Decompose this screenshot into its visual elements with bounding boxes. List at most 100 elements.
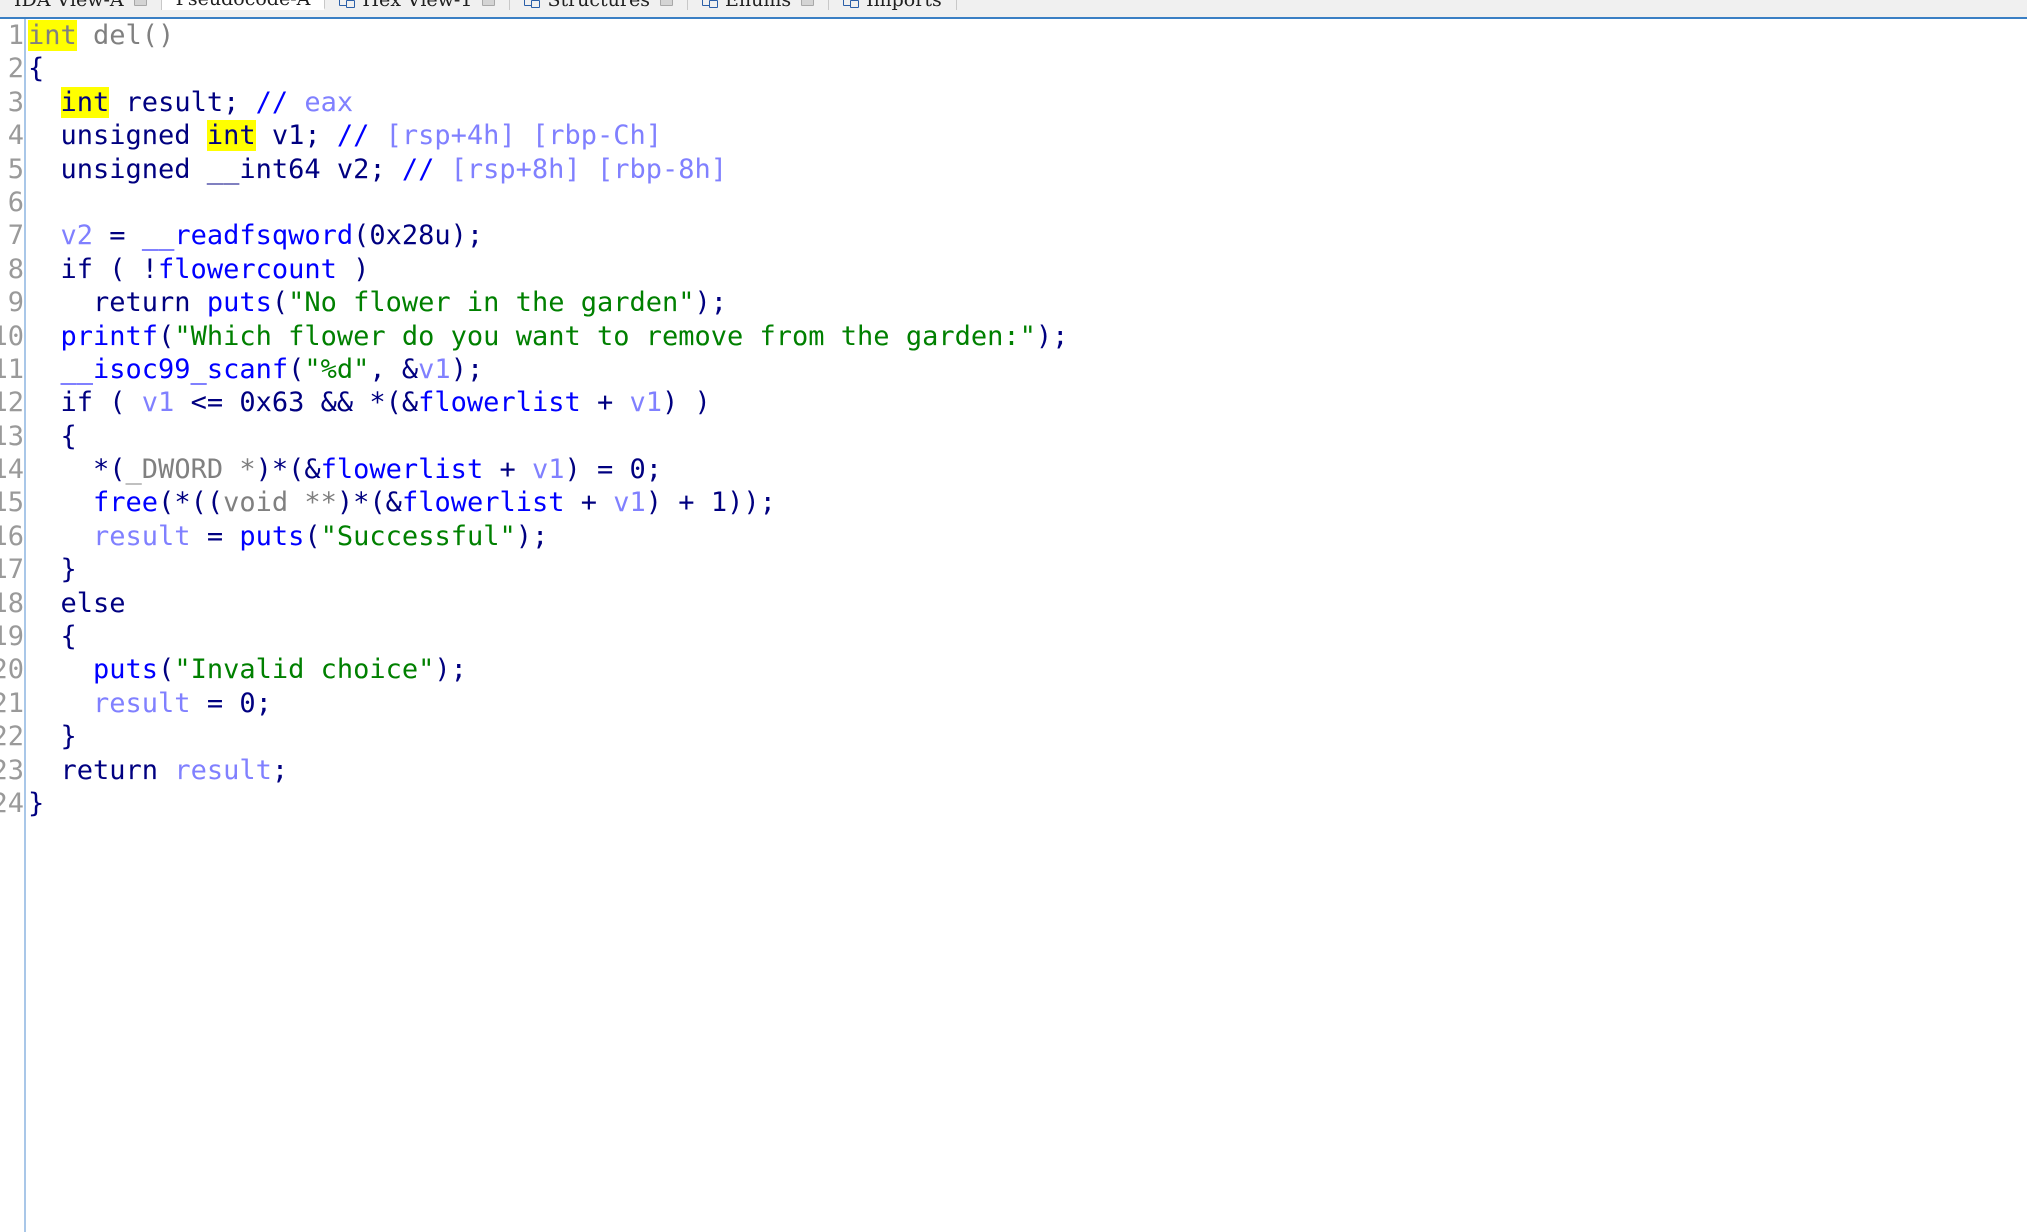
code-text: if ( v1 <= 0x63 && *(&flowerlist + v1) ) <box>24 386 2027 419</box>
code-token: void <box>223 487 289 519</box>
tab-structures[interactable]: Structures <box>510 0 688 10</box>
line-number: 10 <box>0 320 24 352</box>
tab-close-icon[interactable] <box>660 0 673 6</box>
tab-label: Pseudocode-A <box>176 0 311 9</box>
code-token: { <box>28 621 77 653</box>
code-text: return puts("No flower in the garden"); <box>24 286 2027 319</box>
code-token: __isoc99_scanf <box>60 353 289 385</box>
code-token: __readfsqword <box>141 220 354 252</box>
code-line[interactable]: 2{ <box>0 52 2027 85</box>
code-line[interactable]: 5 unsigned __int64 v2; // [rsp+8h] [rbp-… <box>0 153 2027 186</box>
code-token: = <box>190 520 240 552</box>
code-token: v1 <box>629 387 663 419</box>
code-line[interactable]: 22 } <box>0 720 2027 753</box>
line-number: 19 <box>0 621 24 653</box>
tab-close-icon[interactable] <box>801 0 815 6</box>
code-token: v1 <box>531 454 565 486</box>
code-token: ); <box>694 287 728 319</box>
tab-close-icon[interactable] <box>482 0 496 6</box>
code-token: <= 0x63 && *(& <box>174 387 419 419</box>
tab-window-icon <box>524 0 541 8</box>
line-number: 24 <box>0 787 24 819</box>
code-token: ); <box>1035 320 1069 352</box>
code-line[interactable]: 8 if ( !flowercount ) <box>0 253 2027 286</box>
line-number: 11 <box>0 353 24 385</box>
code-line[interactable]: 17 } <box>0 553 2027 586</box>
tab-window-icon <box>702 0 718 8</box>
code-line[interactable]: 1 int del() <box>0 19 2027 52</box>
code-token: *( <box>28 454 126 486</box>
code-line[interactable]: 13 { <box>0 420 2027 453</box>
code-line[interactable]: 20 puts("Invalid choice"); <box>0 653 2027 686</box>
code-line[interactable]: 9 return puts("No flower in the garden")… <box>0 286 2027 319</box>
view-tab-strip[interactable]: IDA View-A Pseudocode-A Hex View-1 Structur… <box>0 0 2027 19</box>
code-token: v1; <box>255 120 337 152</box>
code-token: result <box>93 520 191 552</box>
line-number: 7 <box>7 220 24 252</box>
code-line[interactable]: 23 return result; <box>0 754 2027 787</box>
tab-close-icon[interactable] <box>133 0 147 6</box>
tab-imports[interactable]: Imports <box>829 0 957 10</box>
code-line[interactable]: 14 *(_DWORD *)*(&flowerlist + v1) = 0; <box>0 453 2027 486</box>
line-number: 23 <box>0 754 24 786</box>
code-line[interactable]: 11 __isoc99_scanf("%d", &v1); <box>0 353 2027 386</box>
code-line[interactable]: 7 v2 = __readfsqword(0x28u); <box>0 219 2027 252</box>
tab-enums[interactable]: Enums <box>688 0 830 11</box>
line-number: 2 <box>7 53 24 85</box>
code-token: v2 <box>60 220 94 252</box>
code-token: { <box>28 53 45 85</box>
code-token: ( <box>158 320 175 352</box>
code-line[interactable]: 10 printf("Which flower do you want to r… <box>0 320 2027 353</box>
code-text: puts("Invalid choice"); <box>24 653 2027 686</box>
tab-window-icon <box>843 0 860 8</box>
pseudocode-code-pane[interactable]: 1 int del() 2{3 int result; // eax 4 unsign… <box>0 19 2027 1232</box>
code-text: } <box>24 787 2027 820</box>
highlighted-token: int <box>60 86 110 118</box>
tab-ida-view-a[interactable]: IDA View-A <box>0 0 162 10</box>
code-token: puts <box>93 654 159 686</box>
line-number: 14 <box>0 454 24 486</box>
code-token: return <box>28 754 175 786</box>
code-token: "No flower in the garden" <box>288 287 695 319</box>
code-line[interactable]: 12 if ( v1 <= 0x63 && *(&flowerlist + v1… <box>0 386 2027 419</box>
code-token: else <box>28 587 126 619</box>
code-token: ( <box>288 353 305 385</box>
code-token: del() <box>76 20 175 51</box>
code-line[interactable]: 4 unsigned int v1; // [rsp+4h] [rbp-Ch] <box>0 119 2027 152</box>
code-text: if ( !flowercount ) <box>24 253 2027 286</box>
code-line[interactable]: 19 { <box>0 620 2027 653</box>
line-number: 3 <box>7 86 24 118</box>
code-text: { <box>24 52 2027 85</box>
code-line[interactable]: 15 free(*((void **)*(&flowerlist + v1) +… <box>0 486 2027 519</box>
code-line[interactable]: 3 int result; // eax <box>0 86 2027 119</box>
tab-label: Enums <box>725 0 792 11</box>
line-number: 1 <box>7 20 24 51</box>
code-token: flowerlist <box>401 487 565 519</box>
code-token: // <box>255 86 289 118</box>
code-line[interactable]: 16 result = puts("Successful"); <box>0 520 2027 553</box>
line-number: 8 <box>7 253 24 285</box>
tab-pseudocode-a[interactable]: Pseudocode-A <box>161 0 326 10</box>
code-line[interactable]: 24} <box>0 787 2027 820</box>
line-number: 4 <box>7 120 24 152</box>
tab-label: Imports <box>866 0 942 11</box>
code-token: )*(& <box>336 487 402 519</box>
pseudocode-listing: 1 int del() 2{3 int result; // eax 4 unsign… <box>0 19 2027 820</box>
code-token: + <box>580 387 630 419</box>
code-token: ) + 1)); <box>645 487 776 519</box>
code-line[interactable]: 21 result = 0; <box>0 687 2027 720</box>
line-number: 20 <box>0 654 24 686</box>
code-line[interactable]: 18 else <box>0 587 2027 620</box>
code-line[interactable]: 6 <box>0 186 2027 219</box>
code-token: v1 <box>418 353 451 385</box>
code-token: ); <box>434 654 467 686</box>
tab-window-icon <box>339 0 356 8</box>
code-text: return result; <box>24 754 2027 787</box>
line-number: 5 <box>7 153 24 185</box>
tab-hex-view-1[interactable]: Hex View-1 <box>325 0 511 10</box>
